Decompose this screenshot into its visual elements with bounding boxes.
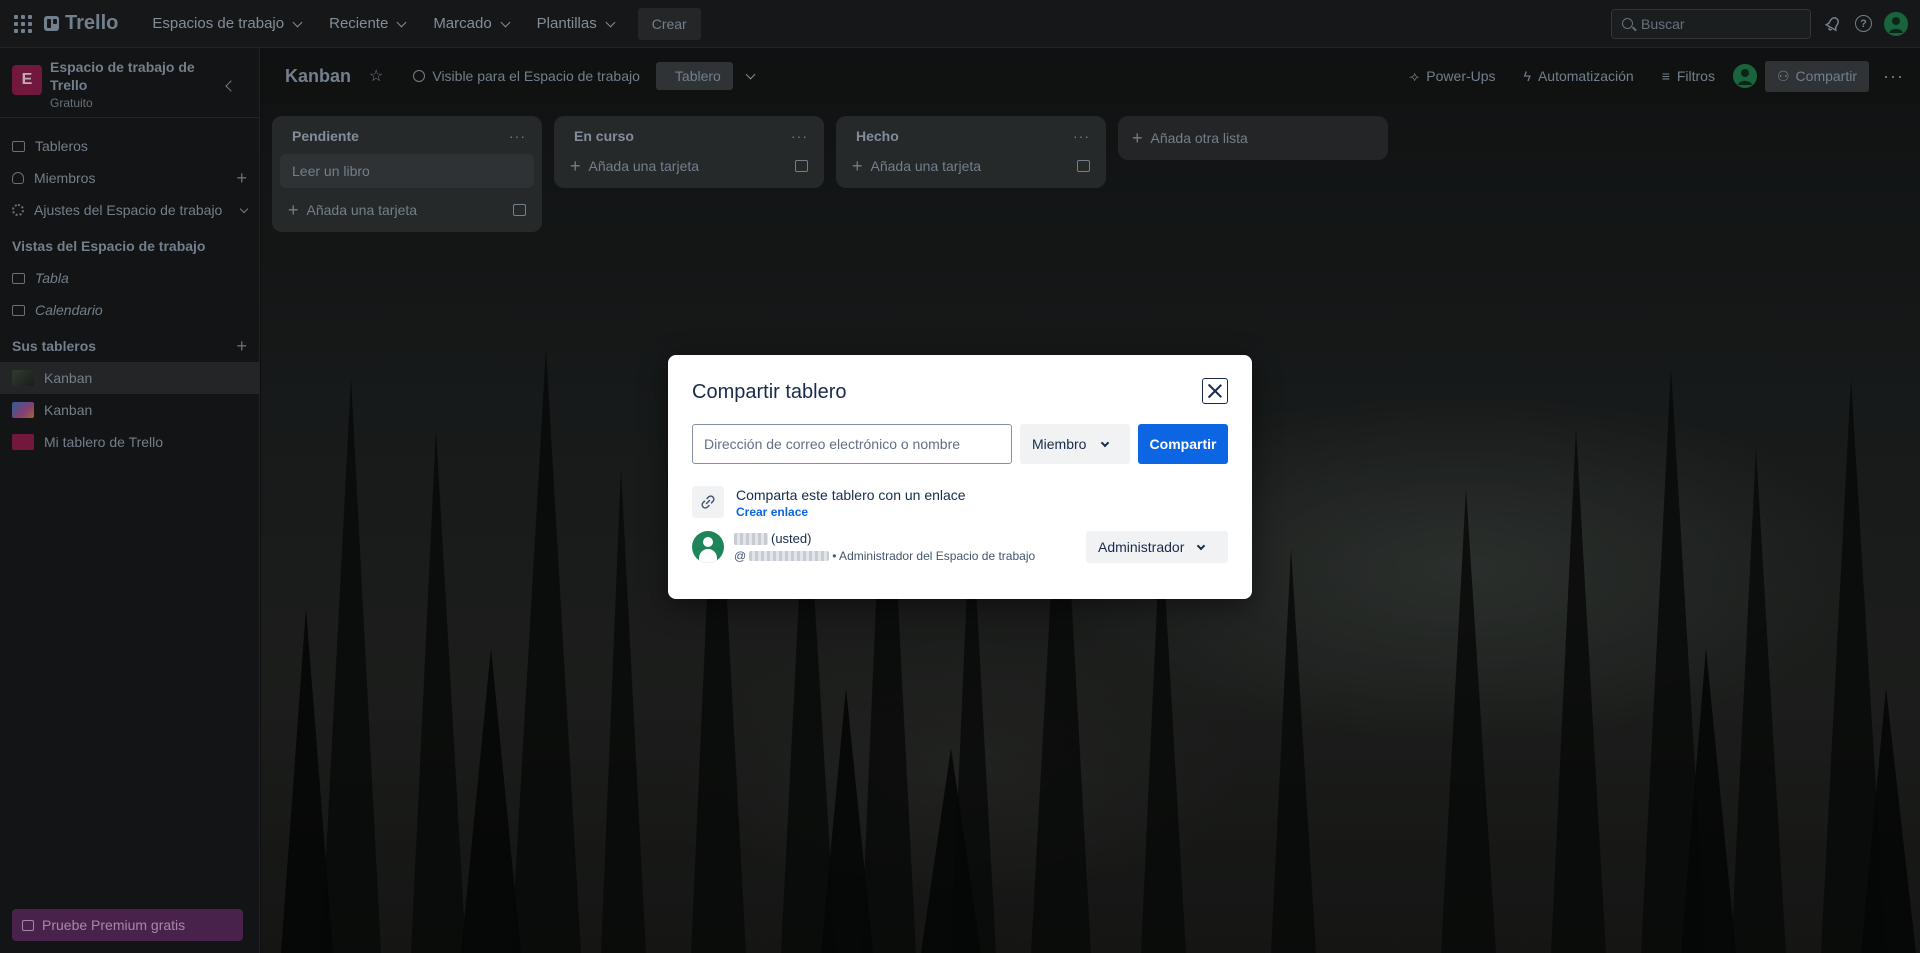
share-link-row: Comparta este tablero con un enlace Crea… [692,486,1228,519]
avatar-head [703,537,713,547]
redacted-name [734,532,768,545]
member-name: (usted) [734,531,1086,546]
link-icon [692,486,724,518]
member-role-dropdown[interactable]: Administrador [1086,531,1228,563]
dialog-title: Compartir tablero [692,381,847,403]
member-role-text: • Administrador del Espacio de trabajo [832,549,1036,563]
close-icon [1207,383,1223,399]
member-info: (usted) @ • Administrador del Espacio de… [734,531,1086,563]
chevron-down-icon [1101,438,1110,447]
member-avatar[interactable] [692,531,724,563]
redacted-username [749,551,830,561]
email-or-name-input[interactable] [692,424,1012,464]
share-link-text: Comparta este tablero con un enlace [736,487,966,503]
you-label: (usted) [771,531,812,546]
chevron-down-icon [1197,541,1206,550]
role-dropdown-label: Miembro [1032,436,1087,452]
role-dropdown[interactable]: Miembro [1020,424,1130,464]
at-prefix: @ [734,549,747,563]
create-link-button[interactable]: Crear enlace [736,505,966,519]
share-board-dialog: Compartir tablero Miembro Compartir Comp… [668,355,1252,599]
avatar-body [699,549,717,563]
member-row: (usted) @ • Administrador del Espacio de… [692,531,1228,563]
close-button[interactable] [1202,378,1228,404]
invite-row: Miembro Compartir [692,424,1228,464]
member-subtitle: @ • Administrador del Espacio de trabajo [734,549,1086,563]
share-button[interactable]: Compartir [1138,424,1228,464]
share-link-info: Comparta este tablero con un enlace Crea… [736,486,966,519]
member-role-label: Administrador [1098,539,1185,555]
